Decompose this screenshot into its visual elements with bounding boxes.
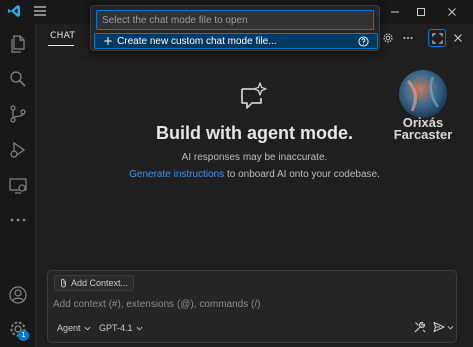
welcome-title: Build with agent mode. <box>156 123 353 143</box>
activity-explorer[interactable] <box>0 29 36 59</box>
welcome-subtitle: AI responses may be inaccurate. <box>181 152 328 163</box>
remote-explorer-icon <box>9 178 27 194</box>
create-chat-mode-label: Create new custom chat mode file... <box>117 35 277 47</box>
question-icon[interactable] <box>358 36 369 47</box>
run-debug-icon <box>10 141 26 159</box>
maximize-panel-icon <box>431 32 443 44</box>
panel-close-button[interactable] <box>450 29 466 47</box>
activity-remote-explorer[interactable] <box>0 171 36 201</box>
activity-bar: 1 <box>0 24 36 347</box>
notification-badge: 1 <box>18 330 29 341</box>
mode-picker-label: Agent <box>57 323 81 333</box>
panel-more-button[interactable] <box>400 29 416 47</box>
close-window-button[interactable] <box>441 2 463 22</box>
chat-input-box: Add Context... Agent GPT-4.1 <box>47 270 457 343</box>
configure-tools-button[interactable] <box>412 319 428 335</box>
send-button[interactable] <box>431 319 455 335</box>
chevron-down-icon <box>447 325 453 329</box>
welcome-instructions-text: to onboard AI onto your codebase. <box>224 169 380 180</box>
minimize-icon <box>391 11 399 13</box>
close-icon <box>448 8 456 16</box>
vscode-logo-icon <box>8 5 20 17</box>
model-picker[interactable]: GPT-4.1 <box>99 321 143 335</box>
add-context-label: Add Context... <box>71 278 129 288</box>
tab-underline <box>48 45 74 46</box>
source-control-icon <box>10 105 26 123</box>
activity-accounts[interactable] <box>0 280 36 310</box>
send-icon <box>432 321 445 333</box>
more-icon <box>10 218 26 222</box>
tab-chat[interactable]: CHAT <box>50 31 75 41</box>
chat-message-input[interactable] <box>53 296 433 312</box>
search-icon <box>10 71 26 87</box>
chevron-down-icon <box>136 326 142 330</box>
attach-icon <box>61 278 66 288</box>
account-icon <box>9 286 27 304</box>
mode-picker[interactable]: Agent <box>57 321 91 335</box>
activity-more[interactable] <box>0 205 36 235</box>
settings-gear-icon <box>383 33 393 43</box>
chat-sparkle-icon <box>241 82 267 109</box>
minimize-button[interactable] <box>384 2 406 22</box>
quick-pick-input[interactable] <box>96 10 374 30</box>
panel-maximize-button[interactable] <box>428 29 446 47</box>
orixas-globe-image <box>399 70 447 118</box>
chevron-down-icon <box>84 326 90 330</box>
chat-mode-quick-pick: + Create new custom chat mode file... <box>90 5 380 51</box>
activity-search[interactable] <box>0 64 36 94</box>
activity-source-control[interactable] <box>0 99 36 129</box>
maximize-button[interactable] <box>410 2 432 22</box>
panel-settings-button[interactable] <box>380 29 396 47</box>
model-picker-label: GPT-4.1 <box>99 323 133 333</box>
welcome-instructions: Generate instructions to onboard AI onto… <box>36 169 473 180</box>
activity-run-debug[interactable] <box>0 135 36 165</box>
menu-icon[interactable] <box>33 4 47 18</box>
close-icon <box>454 34 462 42</box>
create-chat-mode-item[interactable]: + Create new custom chat mode file... <box>94 33 378 49</box>
more-icon <box>403 37 413 39</box>
maximize-icon <box>417 8 425 16</box>
tools-icon <box>414 321 426 333</box>
add-context-button[interactable]: Add Context... <box>54 275 135 291</box>
explorer-icon <box>11 35 25 53</box>
generate-instructions-link[interactable]: Generate instructions <box>129 169 224 180</box>
chat-panel: CHAT Orixás Farcaster Build with agent m… <box>36 24 473 347</box>
plus-icon: + <box>103 34 114 48</box>
activity-manage[interactable]: 1 <box>0 314 36 344</box>
